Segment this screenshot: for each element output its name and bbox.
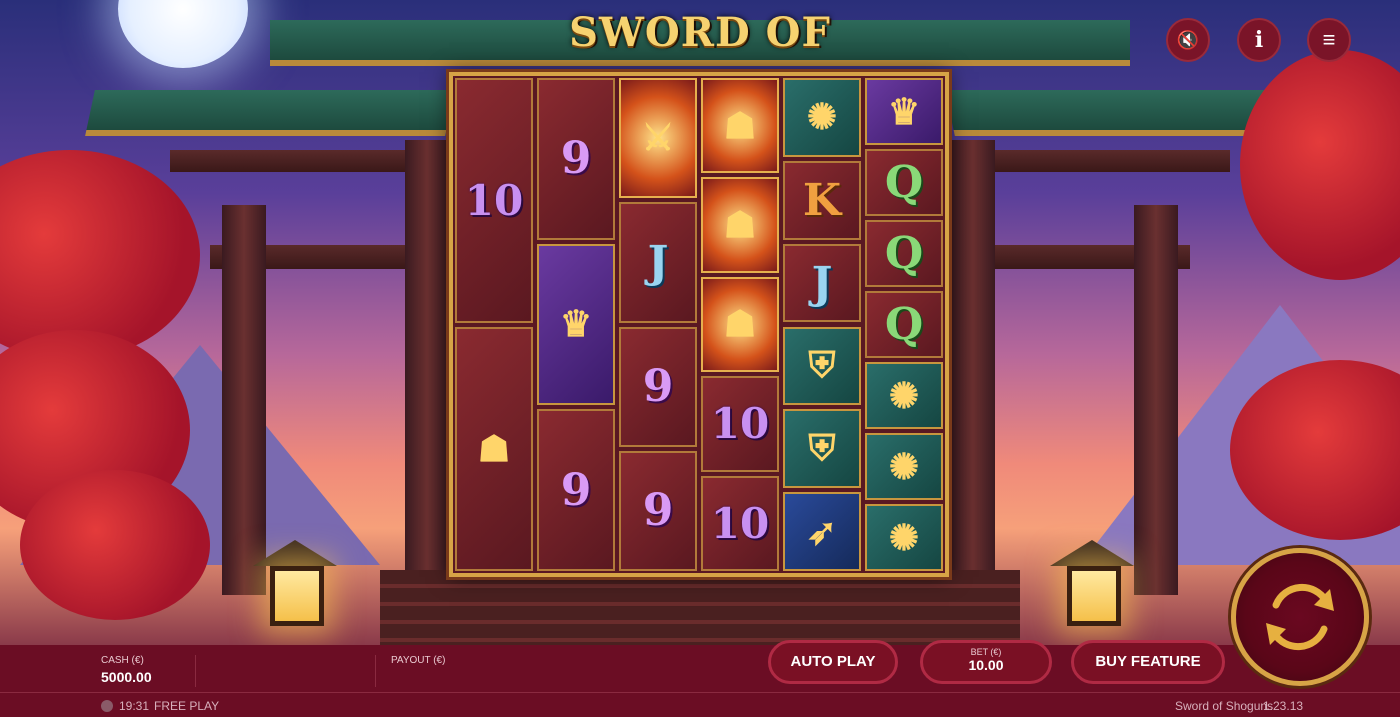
symbol-9: 9 bbox=[560, 464, 592, 516]
reel-5-cell-6: ➶ bbox=[783, 492, 861, 571]
reel-4-cell-4: 10 bbox=[701, 376, 779, 472]
reel-1-cell-2: ☗ bbox=[455, 326, 533, 571]
payout-label: PAYOUT (€) bbox=[391, 655, 446, 666]
reel-5-cell-5: ⛨ bbox=[783, 409, 861, 489]
bet-value: 10.00 bbox=[968, 657, 1004, 673]
menu-icon[interactable]: ≡ bbox=[1307, 18, 1351, 62]
lantern-left-roof bbox=[253, 540, 337, 566]
reel-2-cell-3: 9 bbox=[537, 409, 615, 571]
reel-6-cell-5: ✺ bbox=[865, 362, 943, 429]
play-mode-text: FREE PLAY bbox=[154, 699, 220, 713]
reel-4-cell-3: ☗ bbox=[701, 276, 779, 373]
footer-version: 1.23.13 bbox=[1263, 699, 1304, 713]
cash-value: 5000.00 bbox=[101, 669, 152, 685]
pillar-1 bbox=[222, 205, 266, 595]
mute-icon[interactable]: 🔇 bbox=[1166, 18, 1210, 62]
lantern-right-roof bbox=[1050, 540, 1134, 566]
roof-left bbox=[85, 90, 455, 136]
clock-icon bbox=[101, 700, 113, 712]
reel-6-cell-3: Q bbox=[865, 220, 943, 287]
symbol-J: J bbox=[647, 236, 669, 288]
divider bbox=[195, 655, 196, 687]
game-logo: SWORD OF SHOGUNS bbox=[569, 9, 831, 118]
tree-left-1 bbox=[0, 150, 200, 360]
symbol-10: 10 bbox=[710, 498, 770, 548]
lantern-left bbox=[270, 566, 324, 626]
reel-6-cell-4: Q bbox=[865, 291, 943, 358]
symbol-J: J bbox=[811, 257, 833, 309]
bet-label: BET (€) bbox=[970, 647, 1002, 657]
auto-play-button[interactable]: AUTO PLAY bbox=[768, 640, 898, 684]
helmet-icon: ♛ bbox=[887, 90, 921, 133]
sword-icon: ⚔ bbox=[641, 117, 675, 160]
samurai-icon: ☗ bbox=[723, 303, 757, 346]
fan-icon: ✺ bbox=[888, 516, 920, 559]
reel-2-cell-2: ♛ bbox=[537, 243, 615, 406]
helmet-icon: ♛ bbox=[559, 303, 593, 346]
spin-button[interactable] bbox=[1231, 548, 1369, 686]
reel-3-cell-3: 9 bbox=[619, 326, 697, 447]
fan-icon: ✺ bbox=[888, 374, 920, 417]
samurai-icon: ☗ bbox=[723, 204, 757, 247]
buy-feature-button[interactable]: BUY FEATURE bbox=[1071, 640, 1225, 684]
samurai-icon: ☗ bbox=[477, 427, 511, 470]
fan-icon: ✺ bbox=[888, 445, 920, 488]
reel-5-cell-4: ⛨ bbox=[783, 326, 861, 406]
reel-5-cell-2: K bbox=[783, 160, 861, 240]
symbol-Q: Q bbox=[884, 228, 924, 279]
symbol-K: K bbox=[802, 174, 842, 226]
reel-4-cell-5: 10 bbox=[701, 475, 779, 571]
pillar-3 bbox=[951, 140, 995, 600]
pillar-2 bbox=[405, 140, 449, 600]
beam-left bbox=[170, 150, 440, 172]
symbol-9: 9 bbox=[642, 361, 674, 413]
symbol-10: 10 bbox=[464, 175, 524, 225]
reel-1-cell-1: 10 bbox=[455, 78, 533, 323]
fan-icon: ✺ bbox=[806, 96, 838, 139]
moon bbox=[118, 0, 248, 68]
reel-2-cell-1: 9 bbox=[537, 78, 615, 240]
auto-play-label: AUTO PLAY bbox=[790, 653, 876, 670]
reel-6-cell-7: ✺ bbox=[865, 504, 943, 571]
armor-icon: ⛨ bbox=[808, 344, 836, 387]
bottom-bar-divider bbox=[0, 692, 1400, 693]
clock-text: 19:31 bbox=[119, 699, 150, 713]
beam-right bbox=[960, 150, 1230, 172]
reel-6-cell-1: ♛ bbox=[865, 78, 943, 145]
reel-4-cell-1: ☗ bbox=[701, 78, 779, 174]
reel-5-cell-3: J bbox=[783, 243, 861, 323]
buy-feature-label: BUY FEATURE bbox=[1095, 653, 1201, 670]
samurai-icon: ☗ bbox=[723, 104, 757, 147]
reel-grid: 10 ☗ 9 ♛ 9 ⚔ J 9 9 ☗ ☗ ☗ 10 10 ✺ K J ⛨ ⛨ ➶ ♛ Q Q Q ✺ ✺ ✺ bbox=[449, 72, 949, 577]
temple-steps bbox=[380, 570, 1020, 645]
reel-5-cell-1: ✺ bbox=[783, 78, 861, 157]
tree-left-3 bbox=[20, 470, 210, 620]
armor-icon: ⛨ bbox=[808, 427, 836, 470]
symbol-10: 10 bbox=[710, 399, 770, 449]
pillar-4 bbox=[1134, 205, 1178, 595]
info-icon[interactable]: i bbox=[1237, 18, 1281, 62]
symbol-Q: Q bbox=[884, 157, 924, 208]
reel-4-cell-2: ☗ bbox=[701, 177, 779, 273]
reel-3-cell-4: 9 bbox=[619, 450, 697, 571]
cash-label: CASH (€) bbox=[101, 655, 144, 666]
symbol-9: 9 bbox=[560, 133, 592, 185]
symbol-Q: Q bbox=[884, 299, 924, 350]
reel-6-cell-6: ✺ bbox=[865, 433, 943, 500]
tree-right-1 bbox=[1240, 50, 1400, 280]
lantern-right bbox=[1067, 566, 1121, 626]
bet-button[interactable]: BET (€) 10.00 bbox=[920, 640, 1052, 684]
divider bbox=[375, 655, 376, 687]
footer-game-name: Sword of Shoguns bbox=[1175, 699, 1274, 713]
reel-3-cell-1: ⚔ bbox=[619, 78, 697, 199]
symbol-9: 9 bbox=[642, 485, 674, 537]
bow-icon: ➶ bbox=[806, 510, 838, 553]
reel-6-cell-2: Q bbox=[865, 149, 943, 216]
reel-3-cell-2: J bbox=[619, 202, 697, 323]
spin-icon bbox=[1266, 583, 1334, 651]
